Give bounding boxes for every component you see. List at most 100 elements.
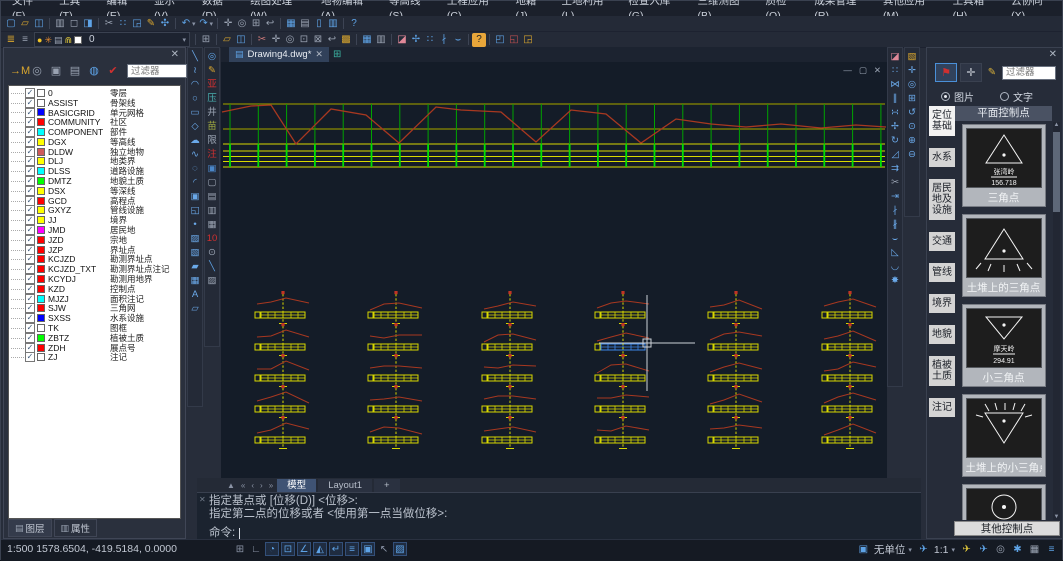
arc-icon[interactable]: ◠	[189, 78, 202, 91]
cass-map-icon[interactable]: ▩	[339, 33, 353, 47]
layer-visible-checkbox[interactable]: ✓	[25, 333, 35, 343]
eraser-icon[interactable]: ◪	[395, 33, 409, 47]
cass-press-icon[interactable]: 压	[206, 92, 219, 105]
annotation-monitor-toggle[interactable]: ▨	[393, 542, 407, 556]
symbol-card[interactable]: 张湾岭156.718三角点	[962, 124, 1046, 207]
cass-strip2-icon[interactable]: ▥	[206, 204, 219, 217]
layer-visible-checkbox[interactable]: ✓	[25, 225, 35, 235]
join-line-icon[interactable]: ⌣	[451, 33, 465, 47]
layer-color-swatch[interactable]	[37, 314, 45, 322]
move-icon[interactable]: ✢	[409, 33, 423, 47]
quick-calculator-icon[interactable]: ⊞	[199, 33, 213, 47]
layer-color-swatch[interactable]	[37, 324, 45, 332]
rotate-icon[interactable]: ↻	[889, 134, 902, 147]
layer-color-swatch[interactable]	[37, 177, 45, 185]
zoom-out-icon[interactable]: ⊖	[906, 148, 919, 161]
cass-cut-icon[interactable]: ✂	[255, 33, 269, 47]
ellipse-icon[interactable]: ◌	[189, 162, 202, 175]
layer-visible-checkbox[interactable]: ✓	[25, 215, 35, 225]
break-at-point-icon[interactable]: ∤	[889, 204, 902, 217]
layout-nav-icon[interactable]: »	[267, 481, 275, 490]
layer-row[interactable]: ✓TK图框	[11, 323, 180, 333]
layer-color-swatch[interactable]	[37, 265, 45, 273]
osnap-toggle[interactable]: ⊡	[281, 542, 295, 556]
cass-block1-icon[interactable]: ▣	[206, 162, 219, 175]
chamfer-icon[interactable]: ◺	[889, 246, 902, 259]
layout-nav-icon[interactable]: ‹	[249, 481, 256, 490]
layer-visible-checkbox[interactable]: ✓	[25, 98, 35, 108]
layer-color-swatch[interactable]	[37, 128, 45, 136]
layout-nav-icon[interactable]: «	[239, 481, 247, 490]
otrack-toggle[interactable]: ∠	[297, 542, 311, 556]
workspace-switch-icon[interactable]: ◎	[994, 543, 1007, 557]
menu-lines-icon[interactable]: ≡	[1045, 543, 1058, 557]
brush-icon[interactable]: ✎	[985, 66, 999, 80]
cross-section-symbol[interactable]	[482, 291, 536, 324]
rectangle-icon[interactable]: ▭	[189, 106, 202, 119]
layer-row[interactable]: ✓DMTZ地貌土质	[11, 176, 180, 186]
cross-section-symbol[interactable]	[368, 385, 422, 418]
point-symbol-icon[interactable]: ⚑	[935, 63, 957, 82]
spline-icon[interactable]: ∿	[189, 148, 202, 161]
format-painter-icon[interactable]: ✎	[144, 17, 158, 31]
layer-freeze-icon[interactable]: ✳	[44, 34, 52, 46]
category-tab-境界[interactable]: 境界	[929, 294, 955, 313]
layer-row[interactable]: ✓0零层	[11, 88, 180, 98]
offset-icon[interactable]: ∥	[889, 92, 902, 105]
cross-section-symbol[interactable]	[708, 323, 762, 356]
wipeout-icon[interactable]: ▱	[189, 302, 202, 315]
cross-section-symbol[interactable]	[595, 323, 649, 356]
save-drawing-icon[interactable]: ◫	[234, 33, 248, 47]
cass-note-icon[interactable]: 注	[206, 148, 219, 161]
undo-icon-dropdown[interactable]: ▾	[192, 20, 196, 28]
layer-color-swatch[interactable]	[37, 344, 45, 352]
category-tab-交通[interactable]: 交通	[929, 232, 955, 251]
layer-color-swatch[interactable]	[37, 216, 45, 224]
mode-radio-文字[interactable]: 文字	[1000, 89, 1033, 104]
model-space[interactable]	[221, 62, 887, 478]
image-detach-icon[interactable]: ◱	[507, 33, 521, 47]
cross-section-symbol[interactable]	[255, 385, 309, 418]
layer-row[interactable]: ✓ZDH展点号	[11, 343, 180, 353]
cross-section-symbol[interactable]	[255, 416, 309, 449]
zoom-dynamic-icon[interactable]: ↺	[906, 106, 919, 119]
dyn-input-toggle[interactable]: ↵	[329, 542, 343, 556]
layer-visible-checkbox[interactable]: ✓	[25, 235, 35, 245]
layer-visible-checkbox[interactable]: ✓	[25, 186, 35, 196]
circle-icon[interactable]: ○	[189, 92, 202, 105]
layer-visible-checkbox[interactable]: ✓	[25, 245, 35, 255]
zoom-win-icon[interactable]: ⊞	[906, 92, 919, 105]
layer-row[interactable]: ✓DLDW独立地物	[11, 147, 180, 157]
layer-row[interactable]: ✓JJ境界	[11, 215, 180, 225]
category-tab-管线[interactable]: 管线	[929, 263, 955, 282]
cross-section-symbol[interactable]	[595, 385, 649, 418]
layer-visible-checkbox[interactable]: ✓	[25, 88, 35, 98]
table2-icon[interactable]: ▦	[360, 33, 374, 47]
copy-object-icon[interactable]: ∷	[423, 33, 437, 47]
layer-color-swatch[interactable]	[37, 118, 45, 126]
apply-check-icon[interactable]: ✔	[105, 63, 121, 79]
table-draw-icon[interactable]: ▦	[189, 274, 202, 287]
layer-row[interactable]: ✓COMPONENT部件	[11, 127, 180, 137]
layer-row[interactable]: ✓COMMUNITY社区	[11, 117, 180, 127]
cut-icon[interactable]: ✂	[102, 17, 116, 31]
layer-image-icon[interactable]: ▣	[48, 63, 64, 79]
layer-lock-icon[interactable]: ⋒	[65, 34, 73, 46]
cass-help-icon[interactable]: ?	[472, 33, 486, 47]
symbol-filter-input[interactable]	[1002, 66, 1056, 80]
layer-row[interactable]: ✓JZD宗地	[11, 235, 180, 245]
cross-section-symbol[interactable]	[595, 291, 649, 324]
dyn-ucs-toggle[interactable]: ◭	[313, 542, 327, 556]
drawing-canvas[interactable]: — ▢ ✕	[221, 62, 887, 478]
layer-visible-checkbox[interactable]: ✓	[25, 313, 35, 323]
layer-visible-checkbox[interactable]: ✓	[25, 303, 35, 313]
pan-icon[interactable]: ✛	[221, 17, 235, 31]
layer-row[interactable]: ✓ASSIST骨架线	[11, 98, 180, 108]
layer-row[interactable]: ✓JMD居民地	[11, 225, 180, 235]
lineweight-toggle[interactable]: ≡	[345, 542, 359, 556]
layer-row[interactable]: ✓KZD控制点	[11, 284, 180, 294]
selection-cycling-toggle[interactable]: ↖	[377, 542, 391, 556]
layer-properties-icon[interactable]: ≣	[4, 33, 18, 47]
layer-color-swatch[interactable]	[37, 89, 45, 97]
transparency-toggle[interactable]: ▣	[361, 542, 375, 556]
